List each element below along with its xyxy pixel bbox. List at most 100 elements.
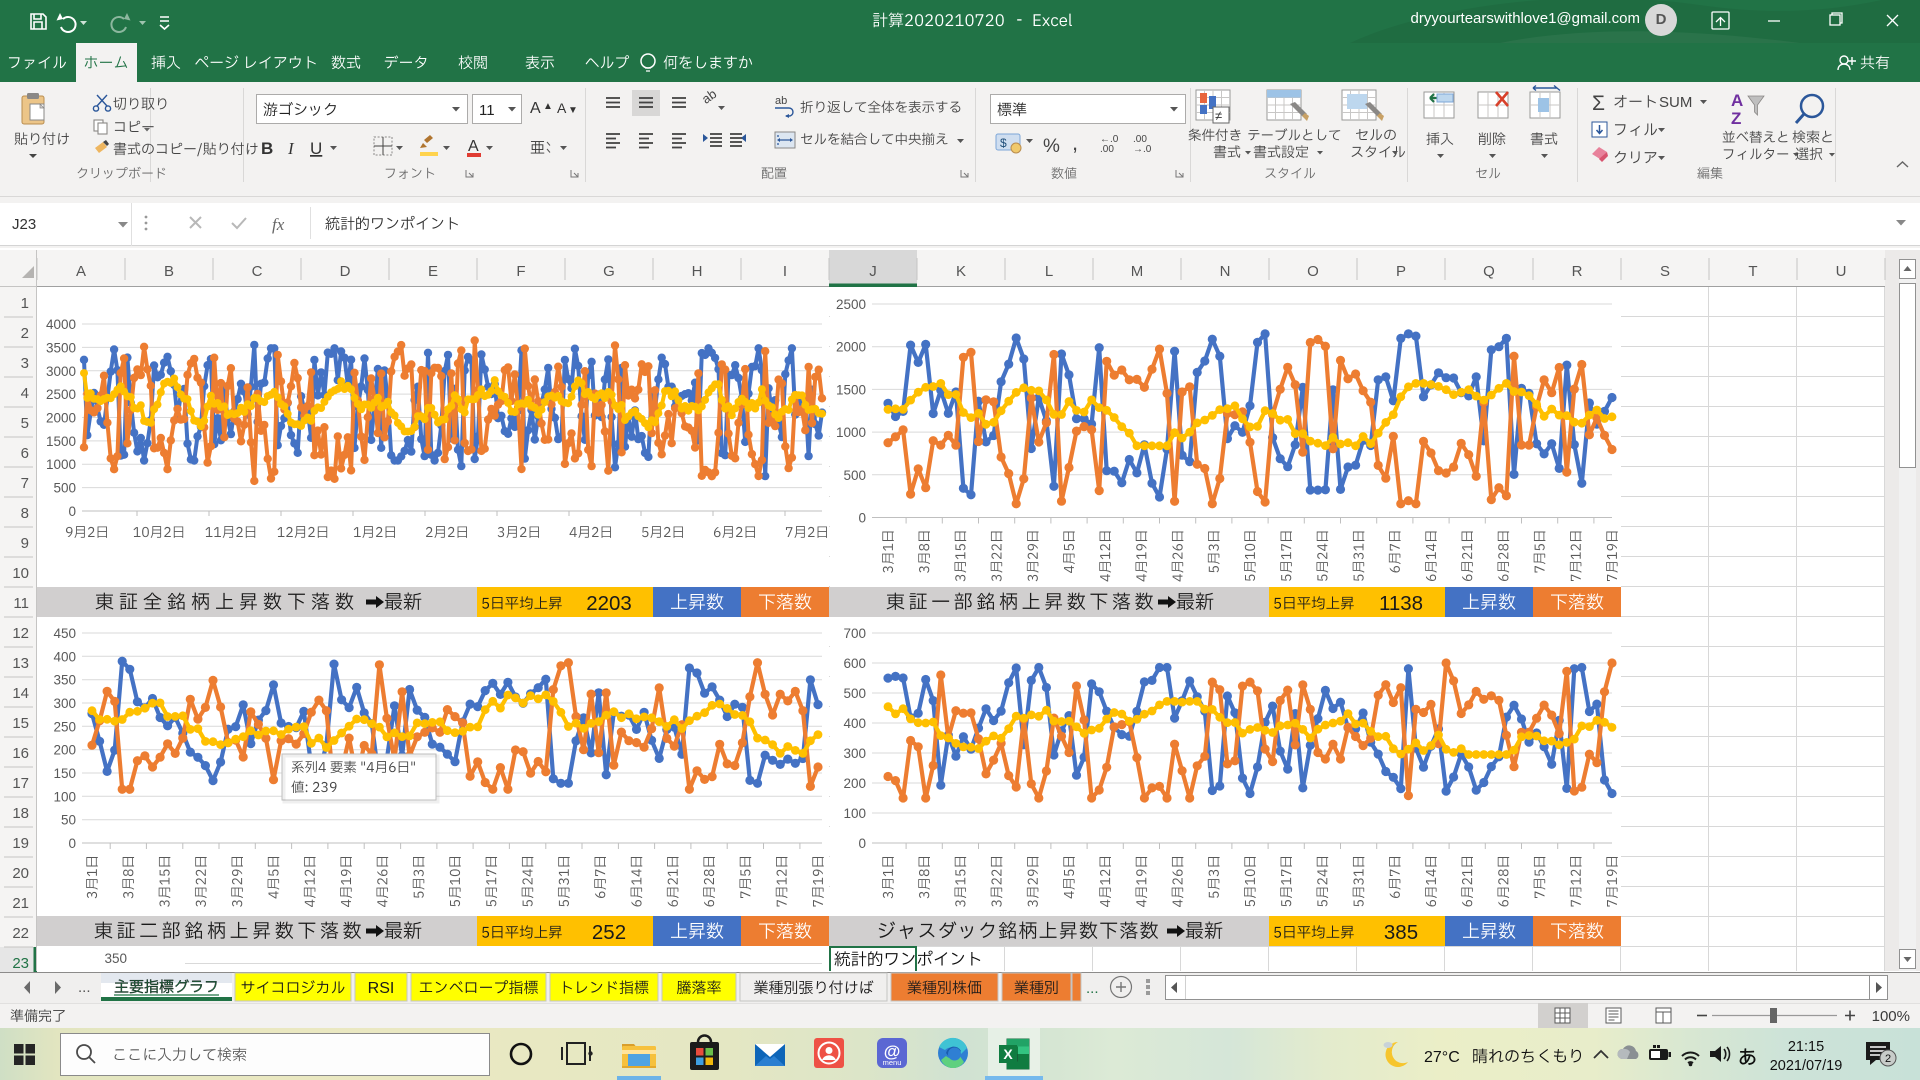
svg-text:0: 0 xyxy=(68,836,76,851)
svg-text:1000: 1000 xyxy=(836,425,866,440)
svg-text:300: 300 xyxy=(53,696,76,711)
svg-text:9: 9 xyxy=(21,535,29,552)
svg-text:700: 700 xyxy=(843,626,866,641)
svg-text:RSI: RSI xyxy=(368,980,395,997)
svg-text:200: 200 xyxy=(843,776,866,791)
svg-text:1: 1 xyxy=(21,295,29,312)
svg-text:22: 22 xyxy=(12,925,29,942)
svg-text:2000: 2000 xyxy=(836,340,866,355)
svg-text:2000: 2000 xyxy=(46,411,76,426)
svg-text:1500: 1500 xyxy=(46,434,76,449)
svg-text:12: 12 xyxy=(12,625,29,642)
svg-text:%: % xyxy=(1043,136,1060,157)
svg-text:Z: Z xyxy=(1731,109,1741,128)
svg-text:100: 100 xyxy=(843,806,866,821)
svg-text:2: 2 xyxy=(21,325,29,342)
svg-text:400: 400 xyxy=(843,716,866,731)
svg-text:252: 252 xyxy=(592,921,626,944)
svg-text:C: C xyxy=(252,263,263,280)
svg-text:P: P xyxy=(1396,263,1406,280)
svg-text:8: 8 xyxy=(21,505,29,522)
svg-text:A: A xyxy=(1731,91,1743,110)
svg-text:7: 7 xyxy=(21,475,29,492)
svg-text:U: U xyxy=(1836,263,1847,280)
svg-text:450: 450 xyxy=(53,626,76,641)
svg-text:1138: 1138 xyxy=(1379,592,1423,615)
svg-text:H: H xyxy=(692,263,703,280)
svg-text:A: A xyxy=(76,263,86,280)
svg-text:150: 150 xyxy=(53,766,76,781)
svg-text:500: 500 xyxy=(843,468,866,483)
svg-text:100%: 100% xyxy=(1872,1008,1910,1025)
svg-text:0: 0 xyxy=(68,504,76,519)
svg-text:4: 4 xyxy=(21,385,29,402)
svg-text:M: M xyxy=(1131,263,1144,280)
svg-text:E: E xyxy=(428,263,438,280)
svg-text:250: 250 xyxy=(53,719,76,734)
svg-text:.00: .00 xyxy=(1100,144,1114,155)
svg-text:500: 500 xyxy=(53,481,76,496)
svg-text:X: X xyxy=(1003,1046,1013,1062)
svg-text:10: 10 xyxy=(12,565,29,582)
svg-text:20: 20 xyxy=(12,865,29,882)
svg-text:17: 17 xyxy=(12,775,29,792)
svg-text:...: ... xyxy=(78,979,91,996)
svg-text:200: 200 xyxy=(53,743,76,758)
svg-text:2: 2 xyxy=(1885,1053,1891,1065)
svg-text:600: 600 xyxy=(843,656,866,671)
svg-text:$: $ xyxy=(1000,136,1007,150)
svg-text:G: G xyxy=(603,263,615,280)
svg-text:4000: 4000 xyxy=(46,317,76,332)
svg-text:2500: 2500 xyxy=(46,387,76,402)
svg-text:Q: Q xyxy=(1483,263,1495,280)
svg-text:R: R xyxy=(1572,263,1583,280)
svg-text:0: 0 xyxy=(858,511,866,526)
svg-text:B: B xyxy=(164,263,174,280)
svg-text:T: T xyxy=(1748,263,1757,280)
svg-text:500: 500 xyxy=(843,686,866,701)
svg-text:2021/07/19: 2021/07/19 xyxy=(1770,1058,1843,1074)
svg-text:1500: 1500 xyxy=(836,382,866,397)
svg-text:L: L xyxy=(1045,263,1053,280)
svg-text:I: I xyxy=(783,263,787,280)
svg-text:O: O xyxy=(1307,263,1319,280)
svg-text:SUM: SUM xyxy=(1659,94,1692,111)
svg-text:3: 3 xyxy=(21,355,29,372)
svg-text:D: D xyxy=(340,263,351,280)
svg-text:300: 300 xyxy=(843,746,866,761)
svg-text:3000: 3000 xyxy=(46,364,76,379)
svg-text:14: 14 xyxy=(12,685,29,702)
svg-text:S: S xyxy=(1660,263,1670,280)
svg-text:16: 16 xyxy=(12,745,29,762)
svg-text:50: 50 xyxy=(61,813,76,828)
svg-text:≠: ≠ xyxy=(1215,108,1222,123)
svg-text:2203: 2203 xyxy=(586,592,632,615)
svg-text:21:15: 21:15 xyxy=(1788,1039,1824,1055)
svg-text:11: 11 xyxy=(13,595,29,612)
svg-text:Σ: Σ xyxy=(1592,92,1605,115)
svg-text:350: 350 xyxy=(53,673,76,688)
svg-text:2500: 2500 xyxy=(836,297,866,312)
svg-text:400: 400 xyxy=(53,649,76,664)
svg-text:...: ... xyxy=(1086,980,1099,997)
svg-text:ab: ab xyxy=(699,86,719,107)
svg-text:27°C: 27°C xyxy=(1424,1049,1460,1066)
svg-text:fx: fx xyxy=(272,215,285,234)
svg-text:6: 6 xyxy=(21,445,29,462)
svg-text:5: 5 xyxy=(21,415,29,432)
svg-text:ab: ab xyxy=(775,95,787,107)
svg-text:N: N xyxy=(1220,263,1231,280)
svg-text:menu: menu xyxy=(883,1058,902,1067)
svg-text:19: 19 xyxy=(12,835,29,852)
svg-text:23: 23 xyxy=(12,955,29,972)
svg-text:15: 15 xyxy=(12,715,29,732)
svg-text:385: 385 xyxy=(1384,921,1418,944)
svg-text:21: 21 xyxy=(12,895,29,912)
svg-text:K: K xyxy=(956,263,966,280)
svg-text:F: F xyxy=(516,263,525,280)
svg-text:1000: 1000 xyxy=(46,457,76,472)
svg-text:3500: 3500 xyxy=(46,340,76,355)
svg-text:,: , xyxy=(1072,130,1078,155)
svg-text:350: 350 xyxy=(104,951,127,966)
svg-text:13: 13 xyxy=(12,655,29,672)
